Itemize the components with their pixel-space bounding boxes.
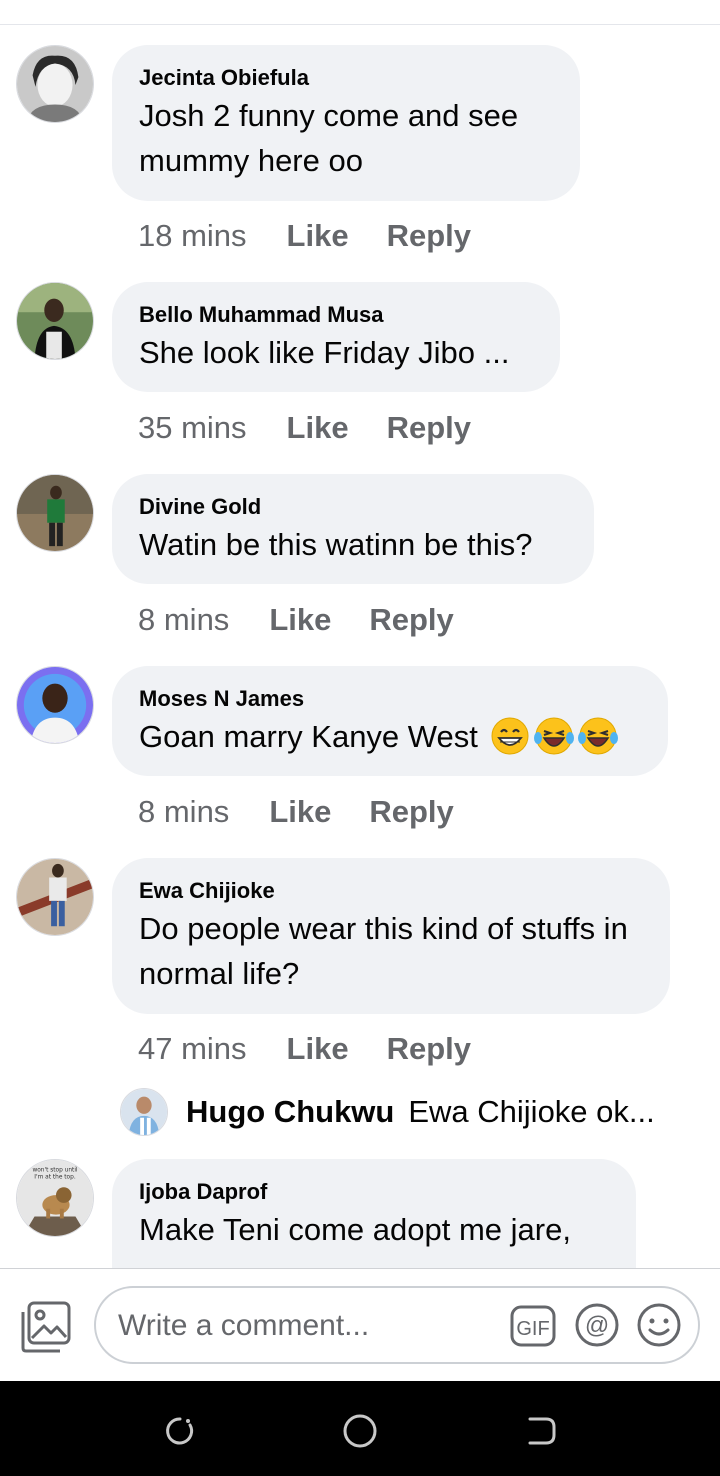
avatar-caption-line: won't stop until: [32, 1168, 77, 1174]
comment-meta: 35 mins Like Reply: [138, 408, 509, 448]
comment-bubble: Ewa Chijioke Do people wear this kind of…: [112, 858, 670, 1014]
like-button[interactable]: Like: [287, 410, 349, 446]
comment-meta: 18 mins Like Reply: [138, 216, 509, 256]
avatar-caption-line: I'm at the top.: [34, 1175, 76, 1181]
comment-field[interactable]: GIF @: [94, 1286, 700, 1364]
back-icon[interactable]: [520, 1411, 560, 1451]
comment-time[interactable]: 47 mins: [138, 1031, 247, 1067]
avatar[interactable]: won't stop until I'm at the top.: [16, 1159, 94, 1237]
emoji-icon[interactable]: [636, 1302, 682, 1348]
avatar[interactable]: [16, 666, 94, 744]
comment-text: She look like Friday Jibo ...: [139, 335, 510, 370]
reply-button[interactable]: Reply: [387, 410, 471, 446]
like-button[interactable]: Like: [287, 1031, 349, 1067]
comment-author[interactable]: Ewa Chijioke: [139, 878, 643, 904]
comment-text: Do people wear this kind of stuffs in no…: [139, 911, 628, 991]
comment-bubble: Divine Gold Watin be this watinn be this…: [112, 474, 594, 584]
avatar[interactable]: [16, 474, 94, 552]
comment-meta: 8 mins Like Reply: [138, 600, 492, 640]
photo-icon[interactable]: [20, 1300, 74, 1354]
comment-input[interactable]: [116, 1302, 500, 1350]
comment-time[interactable]: 8 mins: [138, 794, 229, 830]
reply-button[interactable]: Reply: [387, 1031, 471, 1067]
comment-text-content: Goan marry Kanye West: [139, 719, 478, 754]
comment-author[interactable]: Bello Muhammad Musa: [139, 302, 533, 328]
comment-author[interactable]: Moses N James: [139, 686, 641, 712]
avatar[interactable]: [120, 1088, 168, 1136]
comment-text: Goan marry Kanye West: [139, 714, 641, 759]
svg-text:GIF: GIF: [516, 1318, 549, 1340]
comment-bubble: Moses N James Goan marry Kanye West: [112, 666, 668, 776]
reply-button[interactable]: Reply: [369, 794, 453, 830]
comments-list[interactable]: Jecinta Obiefula Josh 2 funny come and s…: [0, 0, 720, 1268]
like-button[interactable]: Like: [269, 602, 331, 638]
comment-time[interactable]: 8 mins: [138, 602, 229, 638]
comment-meta: 47 mins Like Reply: [138, 1029, 509, 1069]
mention-icon[interactable]: @: [574, 1302, 620, 1348]
comment-bubble: Ijoba Daprof Make Teni come adopt me jar…: [112, 1159, 636, 1268]
like-button[interactable]: Like: [287, 218, 349, 254]
avatar[interactable]: [16, 282, 94, 360]
comment-time[interactable]: 35 mins: [138, 410, 247, 446]
comment-bubble: Jecinta Obiefula Josh 2 funny come and s…: [112, 45, 580, 201]
comment-author[interactable]: Ijoba Daprof: [139, 1179, 609, 1205]
comment-composer: GIF @: [0, 1269, 720, 1381]
comment-time[interactable]: 18 mins: [138, 218, 247, 254]
svg-text:@: @: [585, 1312, 609, 1339]
comment-text: Josh 2 funny come and see mummy here oo: [139, 98, 519, 178]
tears-of-joy-emoji-icon: [534, 716, 575, 756]
like-button[interactable]: Like: [269, 794, 331, 830]
gif-icon[interactable]: GIF: [510, 1304, 556, 1348]
comment-bubble: Bello Muhammad Musa She look like Friday…: [112, 282, 560, 392]
tears-of-joy-emoji-icon: [578, 716, 619, 756]
home-icon[interactable]: [340, 1411, 380, 1451]
reply-button[interactable]: Reply: [387, 218, 471, 254]
reply-preview[interactable]: Hugo Chukwu Ewa Chijioke ok...: [120, 1088, 655, 1136]
avatar[interactable]: [16, 858, 94, 936]
comment-author[interactable]: Jecinta Obiefula: [139, 65, 553, 91]
reply-button[interactable]: Reply: [369, 602, 453, 638]
recent-apps-icon[interactable]: [160, 1411, 200, 1451]
system-nav-bar: [0, 1381, 720, 1476]
comment-author[interactable]: Divine Gold: [139, 494, 567, 520]
grinning-face-emoji-icon: [490, 716, 530, 756]
comment-text: Make Teni come adopt me jare,: [139, 1212, 571, 1247]
comment-meta: 8 mins Like Reply: [138, 792, 492, 832]
comment-text: Watin be this watinn be this?: [139, 527, 533, 562]
reply-author[interactable]: Hugo Chukwu: [186, 1094, 394, 1130]
reply-text: Ewa Chijioke ok...: [408, 1094, 655, 1129]
avatar[interactable]: [16, 45, 94, 123]
